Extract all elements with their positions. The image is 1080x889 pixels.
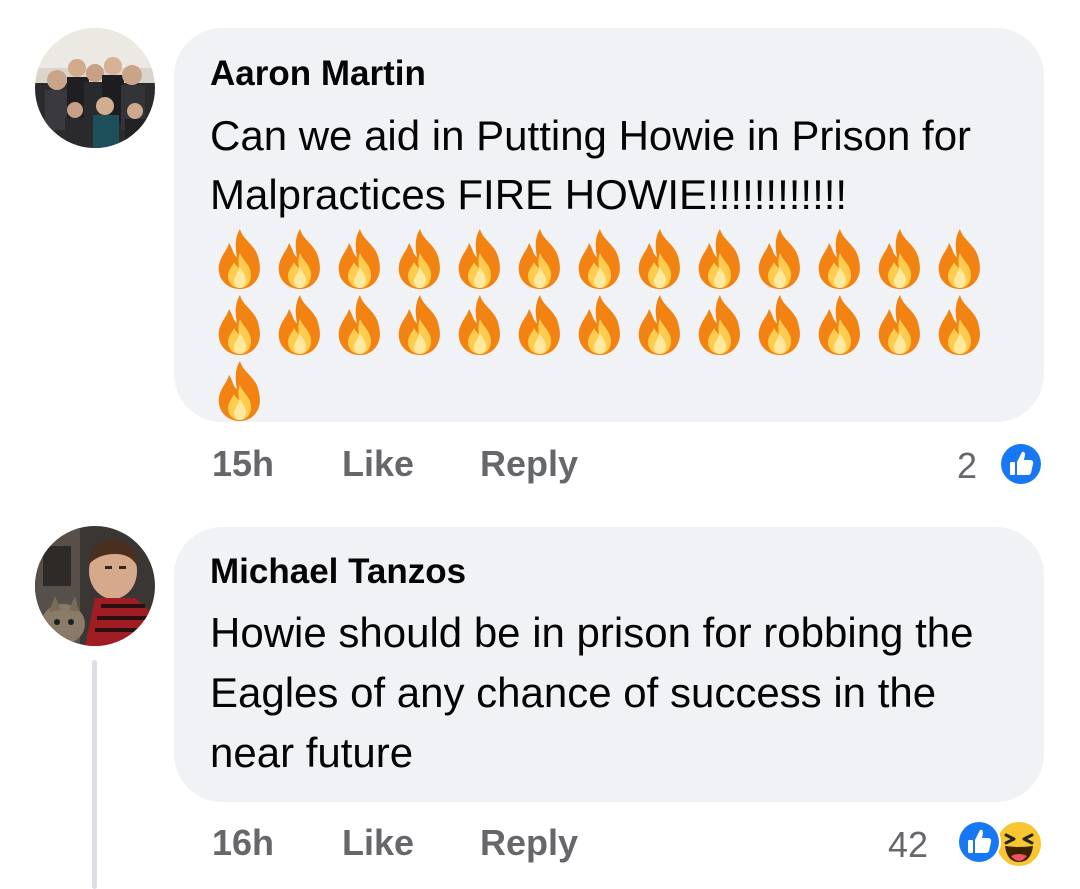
fire-emoji: [693, 227, 747, 293]
fire-emoji: [213, 359, 267, 425]
like-reaction-icon[interactable]: [955, 818, 1003, 871]
fire-emoji: [213, 227, 267, 293]
fire-emoji: [573, 227, 627, 293]
fire-emoji: [513, 227, 567, 293]
comment-text: Can we aid in Putting Howie in Prison fo…: [210, 112, 972, 218]
fire-emoji: [753, 293, 807, 359]
reply-button[interactable]: Reply: [480, 821, 578, 865]
fire-emoji: [573, 293, 627, 359]
fire-emoji: [813, 293, 867, 359]
reaction-count[interactable]: 2: [957, 444, 977, 488]
fire-emoji: [753, 227, 807, 293]
fire-emoji: [213, 293, 267, 359]
reply-button[interactable]: Reply: [480, 442, 578, 486]
comment-text: Howie should be in prison for robbing th…: [210, 609, 974, 776]
fire-emoji: [513, 293, 567, 359]
fire-emoji: [873, 293, 927, 359]
thread-line: [92, 660, 97, 889]
fire-emoji: [333, 227, 387, 293]
fire-emoji: [693, 293, 747, 359]
fire-emoji: [453, 227, 507, 293]
fire-emoji: [813, 227, 867, 293]
avatar[interactable]: [35, 28, 155, 148]
comment-timestamp[interactable]: 16h: [212, 821, 274, 865]
comment-thread: Aaron Martin Can we aid in Putting Howie…: [0, 0, 1080, 889]
like-button[interactable]: Like: [342, 821, 414, 865]
comment-timestamp[interactable]: 15h: [212, 442, 274, 486]
fire-emoji: [273, 293, 327, 359]
fire-emoji: [333, 293, 387, 359]
fire-emoji: [393, 293, 447, 359]
fire-emoji: [933, 293, 987, 359]
reaction-count[interactable]: 42: [888, 823, 928, 867]
like-reaction-icon[interactable]: [997, 440, 1045, 493]
fire-emoji: [393, 227, 447, 293]
comment-author[interactable]: Michael Tanzos: [210, 550, 466, 594]
fire-emoji: [873, 227, 927, 293]
comment-author[interactable]: Aaron Martin: [210, 52, 426, 96]
fire-emoji: [453, 293, 507, 359]
fire-emoji: [633, 227, 687, 293]
fire-emoji: [633, 293, 687, 359]
like-button[interactable]: Like: [342, 442, 414, 486]
fire-emoji: [273, 227, 327, 293]
fire-emoji: [933, 227, 987, 293]
avatar[interactable]: [35, 526, 155, 646]
fire-emoji-row: [213, 227, 993, 425]
